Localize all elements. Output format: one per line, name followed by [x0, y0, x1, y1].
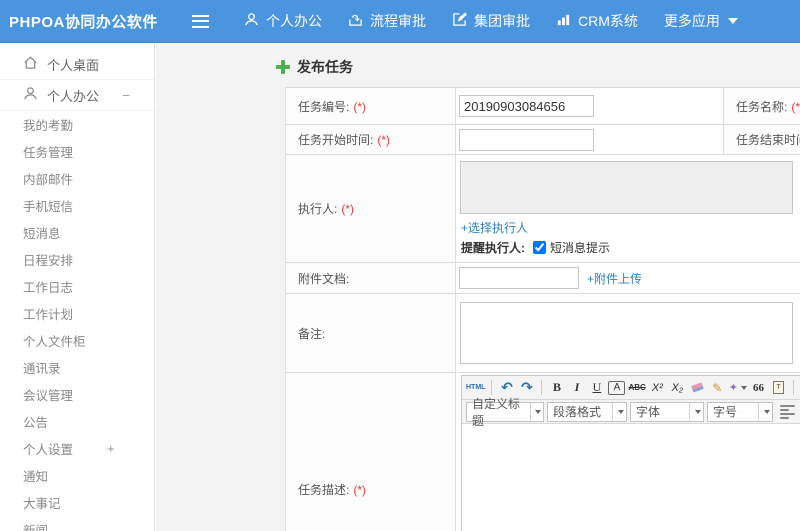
remark-textarea[interactable]: [460, 302, 793, 364]
menu-icon[interactable]: [192, 14, 209, 28]
font-family-select[interactable]: 字体: [630, 401, 704, 422]
required-mark: (*): [791, 99, 800, 114]
attachment-upload-link[interactable]: +附件上传: [587, 270, 642, 287]
nav-workflow-approval[interactable]: 流程审批: [335, 0, 439, 43]
blockquote-button[interactable]: 66: [750, 379, 767, 397]
user-icon: [23, 86, 47, 104]
sidebar-item-news[interactable]: 新闻: [0, 516, 154, 531]
paragraph-format-select[interactable]: 段落格式: [547, 401, 627, 422]
page-title: 发布任务: [276, 57, 800, 77]
clipboard-icon: T: [773, 381, 785, 394]
sidebar-item-announcement[interactable]: 公告: [0, 408, 154, 435]
custom-title-select[interactable]: 自定义标题: [466, 397, 544, 428]
sidebar-item-contacts[interactable]: 通讯录: [0, 354, 154, 381]
attachment-input[interactable]: [459, 267, 579, 289]
rich-text-editor: HTML ↶ ↷ B I U A ABC X² X₂ ✎ ✦ 66 T 自定义标…: [461, 375, 800, 531]
subscript-button[interactable]: X₂: [669, 379, 686, 397]
row-task-time: 任务开始时间:(*) 任务结束时间:(*): [285, 124, 800, 155]
caret-down-icon: [689, 402, 703, 421]
required-mark: (*): [353, 99, 367, 114]
end-time-label: 任务结束时间:(*): [723, 124, 800, 155]
sidebar: 个人桌面 个人办公 − 我的考勤 任务管理 内部邮件 手机短信 短消息 日程安排…: [0, 44, 155, 531]
nav-group-approval[interactable]: 集团审批: [439, 0, 543, 43]
expand-icon[interactable]: +: [107, 441, 115, 456]
paste-button[interactable]: T: [770, 379, 787, 397]
sidebar-item-desktop[interactable]: 个人桌面: [0, 49, 154, 80]
user-icon: [244, 12, 266, 30]
row-attachment: 附件文档: +附件上传: [285, 262, 800, 294]
caret-down-icon: [741, 385, 748, 390]
task-name-label: 任务名称:(*): [723, 87, 800, 125]
sidebar-item-schedule[interactable]: 日程安排: [0, 246, 154, 273]
sms-remind-option-label: 短消息提示: [550, 241, 611, 255]
required-mark: (*): [341, 202, 355, 216]
sidebar-item-task-management[interactable]: 任务管理: [0, 138, 154, 165]
sidebar-item-sms[interactable]: 手机短信: [0, 192, 154, 219]
strikethrough-button[interactable]: ABC: [628, 379, 645, 397]
editor-content-area[interactable]: [462, 424, 800, 531]
sidebar-item-work-plan[interactable]: 工作计划: [0, 300, 154, 327]
remark-label: 备注:: [285, 293, 456, 373]
sidebar-item-internal-mail[interactable]: 内部邮件: [0, 165, 154, 192]
row-remark: 备注:: [285, 293, 800, 373]
wand-icon: ✦: [728, 382, 739, 394]
nav-crm-system[interactable]: CRM系统: [543, 0, 651, 43]
eraser-icon: [690, 382, 704, 393]
sidebar-item-short-message[interactable]: 短消息: [0, 219, 154, 246]
nav-personal-office[interactable]: 个人办公: [231, 0, 335, 43]
autotypeset-button[interactable]: ✦: [728, 379, 748, 397]
row-task-number: 任务编号:(*) 任务名称:(*): [285, 87, 800, 125]
underline-button[interactable]: U: [588, 379, 605, 397]
italic-button[interactable]: I: [568, 379, 585, 397]
edit-icon: [452, 12, 474, 30]
sidebar-item-work-log[interactable]: 工作日志: [0, 273, 154, 300]
caret-down-icon: [612, 402, 626, 421]
choose-executor-link[interactable]: +选择执行人: [461, 219, 800, 236]
align-left-icon[interactable]: [780, 404, 795, 419]
sidebar-item-personal-office[interactable]: 个人办公 −: [0, 80, 154, 111]
caret-down-icon: [529, 402, 543, 421]
home-icon: [23, 55, 47, 73]
task-number-input[interactable]: [459, 95, 594, 117]
task-description-label: 任务描述: (*): [285, 372, 456, 531]
superscript-button[interactable]: X²: [649, 379, 666, 397]
top-nav: 个人办公 流程审批 集团审批 CRM系统 更多应用: [231, 0, 751, 43]
main-content: 发布任务 任务编号:(*) 任务名称:(*) 任务开始时间:(*) 任务结束时间…: [156, 44, 800, 531]
font-style-button[interactable]: A: [608, 380, 626, 395]
sidebar-item-personal-settings[interactable]: 个人设置 +: [0, 435, 154, 462]
caret-down-icon: [758, 402, 772, 421]
sidebar-item-meeting[interactable]: 会议管理: [0, 381, 154, 408]
eraser-button[interactable]: [689, 379, 706, 397]
executor-label: 执行人: (*): [285, 154, 456, 263]
executor-textarea[interactable]: [460, 161, 793, 214]
editor-toolbar-bottom: 自定义标题 段落格式 字体 字号: [462, 397, 800, 428]
collapse-icon[interactable]: −: [122, 88, 130, 103]
start-time-input[interactable]: [459, 128, 594, 151]
row-description: 任务描述: (*) HTML ↶ ↷ B I U A ABC X² X₂ ✎ ✦…: [285, 372, 800, 531]
format-painter-button[interactable]: ✎: [709, 379, 726, 397]
font-size-select[interactable]: 字号: [707, 401, 773, 422]
required-mark: (*): [377, 133, 391, 147]
row-executor: 执行人: (*) +选择执行人 提醒执行人: 短消息提示: [285, 154, 800, 263]
app-logo: PHPOA协同办公软件: [9, 13, 158, 31]
caret-down-icon: [727, 18, 738, 24]
sidebar-item-attendance[interactable]: 我的考勤: [0, 111, 154, 138]
sms-remind-checkbox[interactable]: [533, 241, 546, 254]
start-time-label: 任务开始时间: (*): [285, 124, 456, 155]
attachment-label: 附件文档:: [285, 262, 456, 294]
publish-task-form: 任务编号:(*) 任务名称:(*) 任务开始时间:(*) 任务结束时间:(*) …: [285, 87, 800, 531]
bar-chart-icon: [556, 12, 578, 30]
remind-executor-label: 提醒执行人:: [461, 241, 525, 255]
bold-button[interactable]: B: [548, 379, 565, 397]
required-mark: (*): [353, 483, 367, 497]
workflow-icon: [348, 12, 370, 30]
sidebar-item-notice[interactable]: 通知: [0, 462, 154, 489]
remind-executor-row: 提醒执行人: 短消息提示: [461, 239, 800, 256]
nav-more-apps[interactable]: 更多应用: [651, 0, 751, 43]
sidebar-item-events[interactable]: 大事记: [0, 489, 154, 516]
app-header: PHPOA协同办公软件 个人办公 流程审批 集团审批 CRM系统 更多应用: [0, 0, 800, 43]
sidebar-item-file-cabinet[interactable]: 个人文件柜: [0, 327, 154, 354]
add-icon: [276, 60, 290, 74]
task-number-label: 任务编号: (*): [285, 87, 456, 125]
